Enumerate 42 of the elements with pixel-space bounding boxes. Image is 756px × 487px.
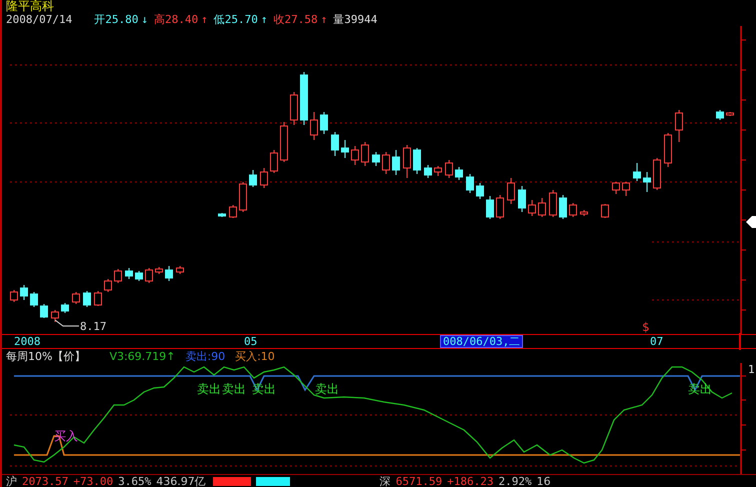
sell-signal-label: 卖出 [688,383,712,396]
advance-bar [212,476,251,486]
buy-signal-label: 买入 [54,430,78,443]
quote-value: 低25.70 [214,13,258,26]
trend-arrow: ↓ [141,13,148,26]
quote-value: 收27.58 [273,13,318,26]
index-change: +73.00 [73,475,114,487]
index-value: 2073.57 [22,475,68,487]
leader-line [55,320,79,328]
market-label: 深 [380,475,391,487]
index-percent: 3.65% [118,475,152,487]
sell-signal-label: 卖出 [222,383,246,396]
trade-amount: 16 [536,475,551,487]
quote-value: 开25.80 [94,13,138,26]
indicator-name: 每周10%【价】 [6,350,86,362]
trend-arrow: ↑ [201,13,208,26]
time-axis-label: 07 [650,335,664,348]
trend-arrow: ↑ [260,13,268,26]
low-price-label: 8.17 [80,320,106,333]
index-change: +186.23 [447,475,494,487]
trade-amount: 436.97亿 [156,475,206,487]
quote-value: 高28.40 [154,13,198,26]
sell-signal-label: 卖出 [197,383,221,396]
time-axis-label: 05 [244,335,258,348]
indicator-value: V3:69.719↑ [109,350,176,362]
signal-marker: $ [642,321,650,334]
trend-arrow: ↑ [320,13,328,26]
quote-date: 2008/07/14 [6,13,72,26]
quote-value: 量39944 [333,13,378,26]
cursor-date-label: 008/06/03,二 [440,335,524,348]
time-axis-label: 2008 [14,335,40,348]
indicator-value: 卖出:90 [185,350,226,362]
index-value: 6571.59 [396,475,442,487]
sell-signal-label: 卖出 [252,383,276,396]
sell-signal-label: 卖出 [315,383,339,396]
decline-bar [256,476,290,486]
stock-name: 隆平高科 [6,0,54,13]
market-label: 沪 [6,475,17,487]
indicator-value: 买入:10 [235,350,275,362]
price-pointer-icon [746,216,756,228]
index-percent: 2.92% [498,475,532,487]
axis-value: 1 [748,363,755,376]
